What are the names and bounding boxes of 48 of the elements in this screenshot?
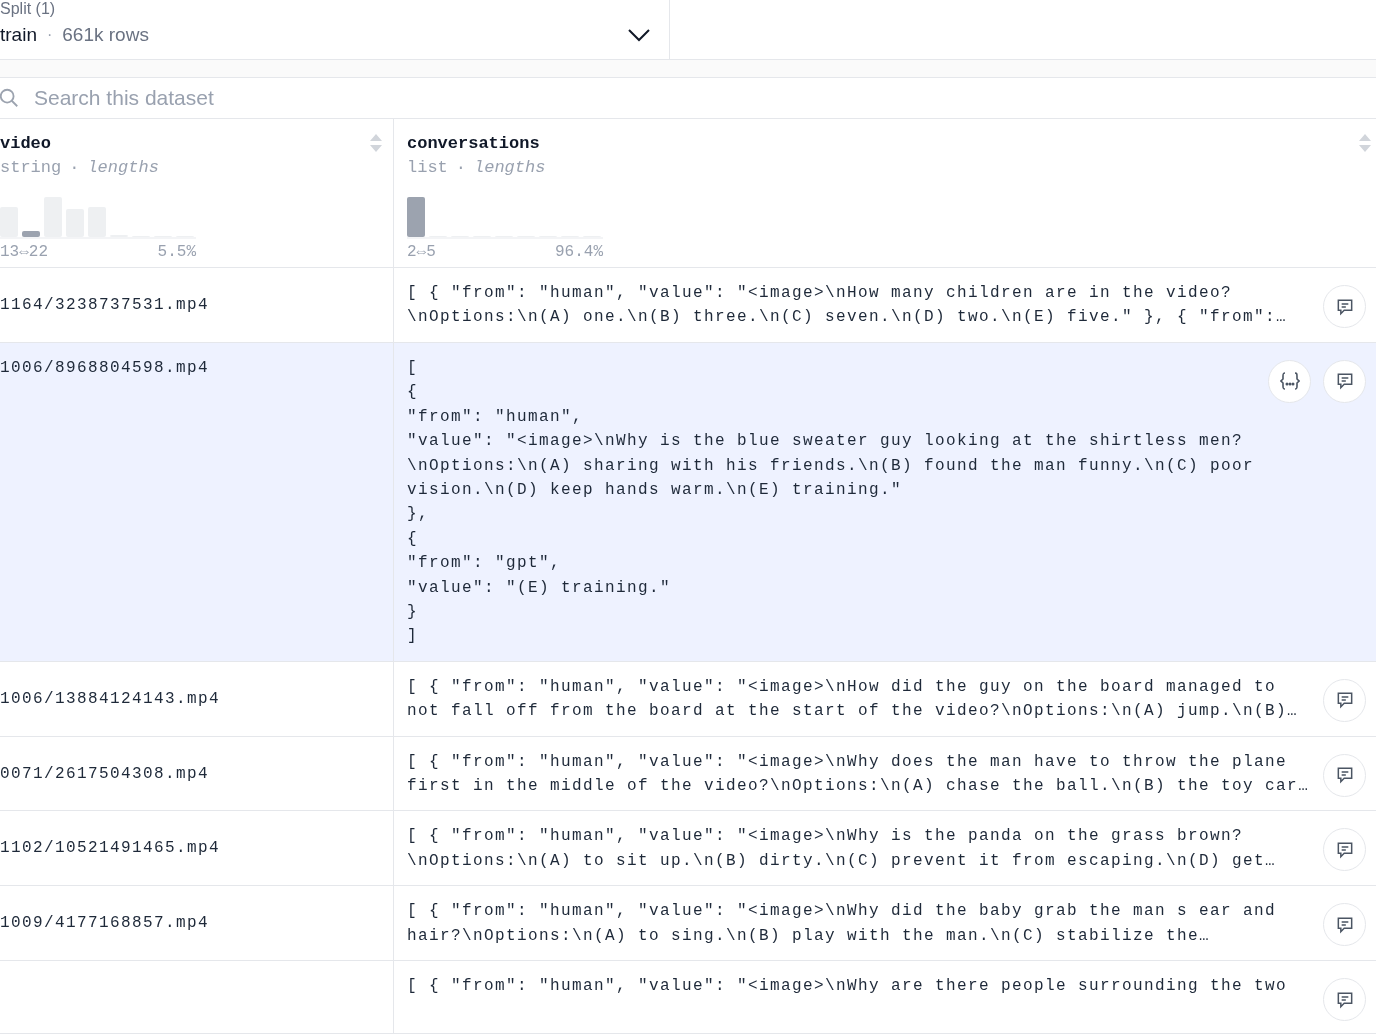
split-label: Split (1) [0, 0, 57, 19]
table-cell-text: 1102/10521491465.mp4 [0, 838, 221, 860]
json-view-button[interactable] [1268, 359, 1311, 403]
search-field[interactable]: Search this dataset [34, 82, 1376, 114]
range-label: 2⇔5 [407, 242, 436, 264]
table-cell-text: [ { "from": "human", "value": "<image>\nHow many children are in the video? \nOptions:\n(A) one.\n(B) three.\n(C) seven.\n(D) two.\n(E) five." }, { "from":… [407, 283, 1289, 329]
table-row[interactable]: 1009/4177168857.mp4 [ { "from": "human", "value": "<image>\nWhy did the baby grab the man s ear and hair?\nOptions:\n(A) to sing.\n(B) play with the man.\n(C) stabilize the… [0, 886, 1376, 961]
table-cell-text: 0071/2617504308.mp4 [0, 763, 210, 785]
table-cell-text: [ { "from": "human", "value": "<image>\nWhy did the baby grab the man s ear and hair?\nOptions:\n(A) to sing.\n(B) play with the man.\n(C) stabilize the… [407, 901, 1278, 947]
percent-label: 5.5% [157, 242, 196, 264]
table-cell-text: [ { "from": "human", "value": "<image>\nWhy is the panda on the grass brown? \nOptions:\n(A) to sit up.\n(B) dirty.\n(C) prevent it from escaping.\n(D) get… [407, 826, 1278, 872]
table-row[interactable]: 1006/13884124143.mp4 [ { "from": "human", "value": "<image>\nHow did the guy on the board managed to not fall off from the board at the start of the video?\nOptions:\n(A) jump.\n(B)… [0, 661, 1376, 737]
table-row[interactable]: 1102/10521491465.mp4 [ { "from": "human", "value": "<image>\nWhy is the panda on the grass brown? \nOptions:\n(A) to sit up.\n(B) dirty.\n(C) prevent it from escaping.\n(D) get… [0, 811, 1376, 887]
column-stat: lengths [87, 157, 159, 180]
table-cell-text: 1164/3238737531.mp4 [0, 295, 210, 317]
comment-button[interactable] [1323, 285, 1366, 329]
table-cell-text: [ { "from": "human", "value": "<image>\nHow did the guy on the board managed to not fall off from the board at the start of the video?\nOptions:\n(A) jump.\n(B)… [407, 676, 1300, 723]
split-selector[interactable]: Split (1) train · 661k rows [0, 0, 670, 59]
comment-button[interactable] [1323, 678, 1366, 722]
range-label: 13⇔22 [0, 242, 48, 264]
column-name: video [0, 133, 51, 156]
table-cell-text: [ { "from": "human", "value": "<image>\nWhy is the blue sweater guy looking at the shirtless men? \nOptions:\n(A) sharing with his friends.\n(B) found the man funny.\n(C) poor vision.\n(D) keep hands warm.\n(E) training." }, { "from": "gpt", "value": "(E) training." } ] [407, 357, 1256, 648]
table-cell-text: 1006/13884124143.mp4 [0, 688, 221, 710]
table-cell-text: [ { "from": "human", "value": "<image>\nWhy does the man have to throw the plane first in the middle of the video?\nOptions:\n(A) chase the ball.\n(B) the toy car… [407, 751, 1311, 797]
table-cell-text: 1006/8968804598.mp4 [0, 357, 210, 379]
row-count: 661k rows [62, 22, 149, 47]
braces-icon [1279, 372, 1300, 391]
separator-dot: · [46, 24, 53, 45]
search-icon [0, 87, 20, 110]
separator-dot: · [455, 157, 466, 180]
table-cell-text: 1009/4177168857.mp4 [0, 913, 210, 935]
table-cell-text: [ { "from": "human", "value": "<image>\nWhy are there people surrounding the two [407, 976, 1289, 997]
column-stat: lengths [474, 157, 546, 180]
column-name: conversations [407, 133, 540, 156]
comment-button[interactable] [1323, 903, 1366, 947]
comment-button[interactable] [1323, 753, 1366, 797]
column-type: list [407, 157, 448, 180]
table-row[interactable]: 0071/2617504308.mp4 [ { "from": "human", "value": "<image>\nWhy does the man have to throw the plane first in the middle of the video?\nOptions:\n(A) chase the ball.\n(B) the toy car… [0, 736, 1376, 812]
table-row[interactable]: 1164/3238737531.mp4 [ { "from": "human", "value": "<image>\nHow many children are in the video? \nOptions:\n(A) one.\n(B) three.\n(C) seven.\n(D) two.\n(E) five." }, { "from":… [0, 268, 1376, 343]
column-type: string [0, 157, 62, 180]
comment-button[interactable] [1323, 359, 1366, 403]
separator-dot: · [69, 157, 80, 180]
percent-label: 96.4% [555, 242, 603, 264]
comment-button[interactable] [1323, 828, 1366, 872]
table-row[interactable]: [ { "from": "human", "value": "<image>\nWhy are there people surrounding the two [0, 961, 1376, 1034]
comment-button[interactable] [1323, 978, 1366, 1021]
split-value: train [0, 22, 37, 47]
chevron-down-icon [627, 26, 651, 43]
